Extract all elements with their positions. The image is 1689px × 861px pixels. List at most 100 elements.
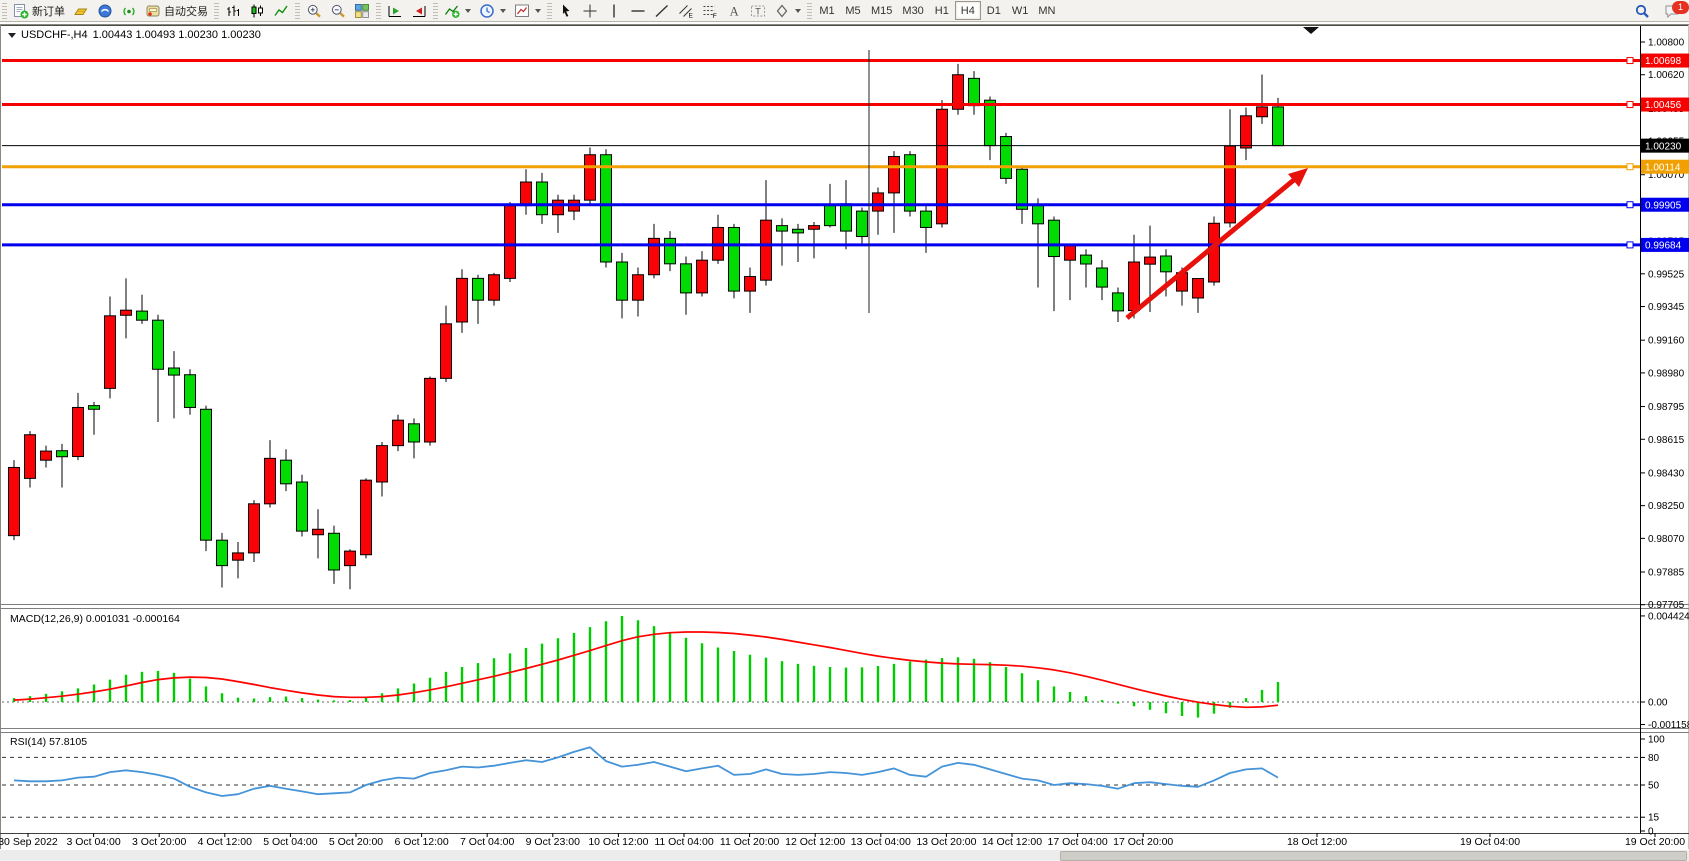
bull-candle	[889, 157, 900, 193]
candlestick-chart-button[interactable]	[245, 1, 269, 20]
vertical-line-tool-button[interactable]	[602, 1, 626, 20]
line-chart-icon	[273, 3, 289, 19]
bear-candle	[921, 211, 932, 227]
new-order-button[interactable]: 新订单	[9, 1, 69, 20]
price-line-label-text: 0.99684	[1645, 241, 1682, 252]
bull-candle	[9, 467, 20, 535]
line-anchor-marker[interactable]	[1627, 164, 1633, 170]
bull-candle	[745, 277, 756, 292]
price-line-label-text: 1.00698	[1645, 56, 1682, 67]
gold-bar-button[interactable]	[69, 1, 93, 20]
rsi-axis-tick: 100	[1648, 735, 1665, 746]
toolbar-grip[interactable]	[214, 3, 219, 19]
signal-button[interactable]	[117, 1, 141, 20]
search-icon	[1634, 3, 1650, 19]
zoom-in-button[interactable]	[302, 1, 326, 20]
price-line-label-text: 1.00456	[1645, 100, 1682, 111]
price-line-label-text: 1.00230	[1645, 141, 1682, 152]
zoom-out-button[interactable]	[326, 1, 350, 20]
tile-windows-icon	[354, 3, 370, 19]
bull-candle	[441, 324, 452, 379]
cursor-tool-button[interactable]	[554, 1, 578, 20]
bull-candle	[425, 378, 436, 442]
line-chart-button[interactable]	[269, 1, 293, 20]
template-button[interactable]	[510, 1, 545, 20]
bear-candle	[665, 238, 676, 263]
bear-candle	[793, 229, 804, 233]
timeframe-d1-button[interactable]: D1	[981, 1, 1007, 20]
channel-tool-button[interactable]: E	[674, 1, 698, 20]
bear-candle	[1161, 256, 1172, 272]
horizontal-scrollbar[interactable]	[0, 850, 1689, 860]
price-chart-canvas[interactable]: 1.008001.006201.004351.002551.000700.998…	[0, 0, 1689, 860]
bull-candle	[873, 193, 884, 211]
trendline-tool-button[interactable]	[650, 1, 674, 20]
line-anchor-marker[interactable]	[1627, 58, 1633, 64]
macd-axis-tick: 0.00	[1648, 698, 1668, 709]
timeframe-m5-button[interactable]: M5	[840, 1, 866, 20]
autotrade-button[interactable]: 自动交易	[141, 1, 212, 20]
chat-button[interactable]: 1	[1660, 1, 1685, 20]
bear-candle	[329, 533, 340, 570]
timeframe-m1-button[interactable]: M1	[814, 1, 840, 20]
new-order-button-label: 新订单	[32, 3, 65, 19]
timeframe-m30-button[interactable]: M30	[897, 1, 928, 20]
timeframe-m15-button[interactable]: M15	[866, 1, 897, 20]
timeframe-mn-button[interactable]: MN	[1033, 1, 1060, 20]
bear-candle	[185, 375, 196, 408]
text-tool-button[interactable]: A	[722, 1, 746, 20]
publisher-button[interactable]	[93, 1, 117, 20]
horizontal-line-tool-button[interactable]	[626, 1, 650, 20]
chart-title: USDCHF-,H4 1.00443 1.00493 1.00230 1.002…	[8, 29, 261, 41]
notification-badge: 1	[1672, 1, 1689, 14]
time-axis[interactable]	[0, 834, 1640, 849]
bear-candle	[169, 368, 180, 375]
toolbar-grip[interactable]	[433, 3, 438, 19]
bull-candle	[41, 451, 52, 460]
timeframe-w1-button[interactable]: W1	[1007, 1, 1034, 20]
bull-candle	[1129, 262, 1140, 311]
chevron-down-icon[interactable]	[8, 33, 16, 38]
bull-candle	[345, 551, 356, 566]
bear-candle	[681, 264, 692, 293]
auto-scroll-button[interactable]	[383, 1, 407, 20]
main-toolbar: 新订单 自动交易 EFAT M1M5M15M30H1H4D1W1MN 1	[0, 0, 1689, 22]
toolbar-grip[interactable]	[547, 3, 552, 19]
fibonacci-tool-button[interactable]: F	[698, 1, 722, 20]
bar-chart-button[interactable]	[221, 1, 245, 20]
toolbar-grip[interactable]	[295, 3, 300, 19]
bull-candle	[73, 407, 84, 456]
gold-bar-icon	[73, 3, 89, 19]
bull-candle	[809, 226, 820, 230]
shapes-tool-button[interactable]	[770, 1, 805, 20]
line-anchor-marker[interactable]	[1627, 202, 1633, 208]
bull-candle	[1241, 116, 1252, 148]
period-clock-icon	[479, 3, 495, 19]
line-anchor-marker[interactable]	[1627, 242, 1633, 248]
line-anchor-marker[interactable]	[1627, 102, 1633, 108]
toolbar-grip[interactable]	[2, 3, 7, 19]
timeframe-h1-button[interactable]: H1	[929, 1, 955, 20]
bear-candle	[825, 206, 836, 226]
bull-candle	[121, 310, 132, 315]
template-chart-icon	[514, 3, 530, 19]
toolbar-grip[interactable]	[807, 3, 812, 19]
vline-tool-icon	[606, 3, 622, 19]
timeframe-h4-button[interactable]: H4	[955, 1, 981, 20]
bear-candle	[1097, 268, 1108, 287]
crosshair-tool-button[interactable]	[578, 1, 602, 20]
bull-candle	[489, 275, 500, 300]
dropdown-caret-icon	[535, 9, 541, 13]
tile-windows-button[interactable]	[350, 1, 374, 20]
autotrade-icon	[145, 3, 161, 19]
add-indicator-button[interactable]	[440, 1, 475, 20]
chart-shift-button[interactable]	[407, 1, 431, 20]
search-button[interactable]	[1630, 1, 1654, 20]
bull-candle	[265, 458, 276, 503]
bull-candle	[1193, 279, 1204, 298]
label-tool-button[interactable]: T	[746, 1, 770, 20]
toolbar-grip[interactable]	[376, 3, 381, 19]
period-button[interactable]	[475, 1, 510, 20]
bear-candle	[841, 204, 852, 231]
candles-chart-icon	[249, 3, 265, 19]
